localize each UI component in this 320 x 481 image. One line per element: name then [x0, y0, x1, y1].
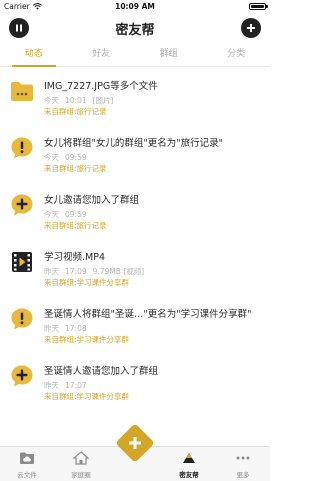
item-meta: 今天 09:59 [44, 209, 93, 220]
status-bar: Carrier 10:09 AM [0, 0, 270, 13]
item-time: 10:01 [65, 96, 87, 105]
item-source: 来自群组:学习课件分享群 [44, 335, 130, 344]
video-icon [12, 252, 32, 272]
item-day: 昨天 [44, 381, 59, 390]
add-glyph [129, 437, 141, 449]
item-meta: 今天 10:01 [图片] [44, 95, 119, 106]
item-time: 09:59 [65, 210, 87, 219]
more-icon [236, 456, 250, 460]
plus-icon [247, 24, 255, 32]
tab-friends[interactable]: 好友 [68, 44, 136, 66]
list-item[interactable]: 女儿邀请您加入了群组 今天 09:59 来自群组:旅行记录 [0, 181, 270, 238]
item-source: 来自群组:旅行记录 [44, 107, 107, 116]
item-meta: 昨天 17:08 [44, 323, 93, 334]
tabbar-item-cloud-files[interactable]: 云文件 [0, 447, 54, 481]
item-source: 来自群组:学习课件分享群 [44, 278, 130, 287]
item-day: 今天 [44, 153, 59, 162]
segment-tabs: 动态 好友 群组 分类 [0, 44, 270, 67]
tabbar-label: 家庭圈 [71, 471, 91, 479]
list-item[interactable]: 学习视频.MP4 昨天 17:09 9.79MB [视频] 来自群组:学习课件分享群 [0, 238, 270, 295]
item-time: 17:08 [65, 324, 87, 333]
list-item[interactable]: IMG_7227.JPG等多个文件 今天 10:01 [图片] 来自群组:旅行记录 [0, 67, 270, 124]
item-title: 学习视频.MP4 [44, 252, 105, 263]
item-file-info: 9.79MB [视频] [92, 267, 145, 276]
folder-icon [11, 82, 33, 101]
item-title: 圣诞情人邀请您加入了群组 [44, 366, 159, 377]
tabbar-label: 更多 [236, 471, 250, 479]
item-time: 09:59 [65, 153, 87, 162]
tab-categories[interactable]: 分类 [203, 44, 271, 66]
page-title: 密友帮 [115, 23, 155, 38]
item-source: 来自群组:旅行记录 [44, 164, 107, 173]
item-title: 圣诞情人将群组"圣诞…"更名为"学习课件分享群" [44, 309, 252, 320]
item-day: 昨天 [44, 324, 59, 333]
item-time: 17:07 [65, 381, 87, 390]
item-meta: 昨天 17:09 9.79MB [视频] [44, 266, 150, 277]
home-circle-icon [73, 451, 89, 465]
tab-groups[interactable]: 群组 [135, 44, 203, 66]
item-title: IMG_7227.JPG等多个文件 [44, 81, 158, 92]
list-item[interactable]: 圣诞情人将群组"圣诞…"更名为"学习课件分享群" 昨天 17:08 来自群组:学习… [0, 295, 270, 352]
add-icon[interactable] [121, 429, 149, 457]
tabbar-item-friends[interactable]: 密友帮 [162, 447, 216, 481]
add-button[interactable] [241, 18, 261, 38]
cloud-file-icon [20, 452, 34, 464]
tabbar-label: 云文件 [17, 471, 37, 479]
plus-icon [11, 194, 33, 216]
plus-icon [11, 365, 33, 387]
alert-icon [11, 137, 33, 159]
item-source: 来自群组:学习课件分享群 [44, 392, 130, 401]
list-item[interactable]: 圣诞情人邀请您加入了群组 昨天 17:07 来自群组:学习课件分享群 [0, 352, 270, 409]
tabbar-label: 密友帮 [179, 471, 199, 479]
item-title: 女儿将群组"女儿的群组"更名为"旅行记录" [44, 138, 223, 149]
item-day: 昨天 [44, 267, 59, 276]
tabbar-item-more[interactable]: 更多 [216, 447, 270, 481]
item-meta: 昨天 17:07 [44, 380, 93, 391]
status-time: 10:09 AM [115, 2, 155, 11]
item-day: 今天 [44, 210, 59, 219]
item-day: 今天 [44, 96, 59, 105]
item-time: 17:09 [65, 267, 87, 276]
battery-icon [249, 3, 268, 10]
item-file-info: [图片] [92, 96, 114, 105]
tabbar-item-family-circle[interactable]: 家庭圈 [54, 447, 108, 481]
list-item[interactable]: 女儿将群组"女儿的群组"更名为"旅行记录" 今天 09:59 来自群组:旅行记录 [0, 124, 270, 181]
friends-icon [183, 453, 195, 463]
tab-activity[interactable]: 动态 [0, 44, 68, 67]
activity-feed: IMG_7227.JPG等多个文件 今天 10:01 [图片] 来自群组:旅行记录 … [0, 67, 270, 429]
item-title: 女儿邀请您加入了群组 [44, 195, 140, 206]
item-meta: 今天 09:59 [44, 152, 93, 163]
item-source: 来自群组:旅行记录 [44, 221, 107, 230]
alert-icon [11, 308, 33, 330]
nav-bar: 密友帮 [0, 13, 270, 43]
